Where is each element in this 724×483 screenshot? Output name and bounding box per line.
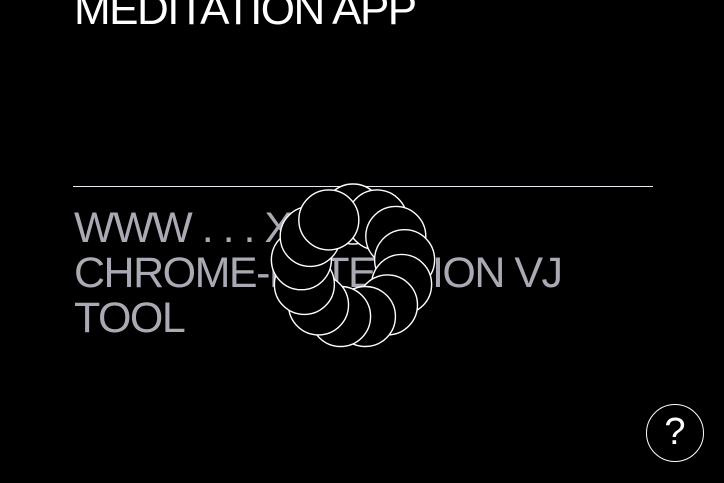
ring-circle [298,189,360,251]
page-title: MEDITATION APP [74,0,417,34]
circle-ring-icon [270,183,436,348]
question-mark-icon: ? [664,411,686,453]
help-button[interactable]: ? [646,404,704,462]
